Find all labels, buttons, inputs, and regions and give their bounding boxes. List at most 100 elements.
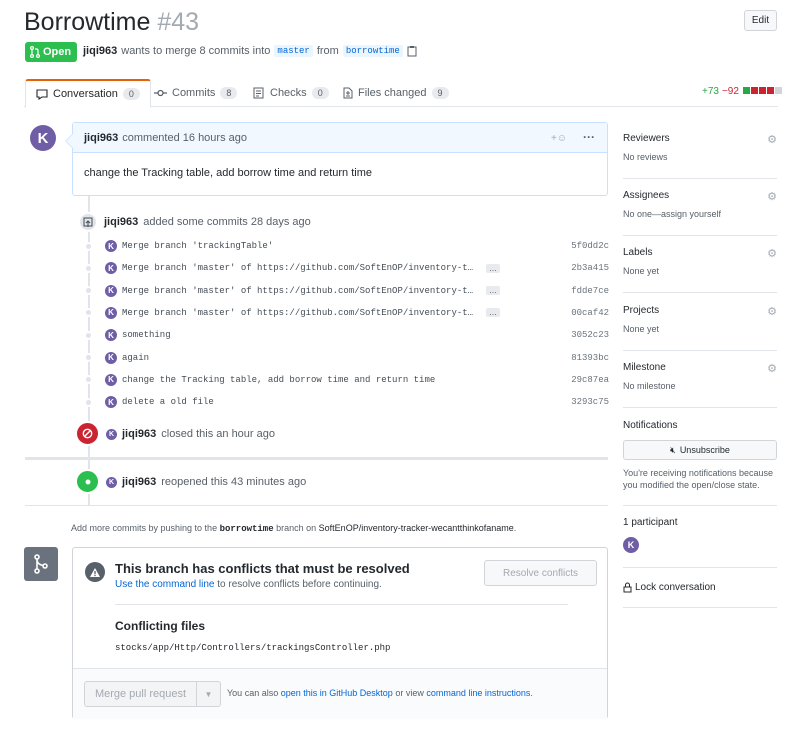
commit-sha[interactable]: 3293c75 — [571, 397, 609, 407]
conflicting-files-title: Conflicting files — [115, 619, 205, 633]
command-line-instructions-link[interactable]: command line instructions — [426, 688, 530, 698]
comment-body: change the Tracking table, add borrow ti… — [84, 167, 372, 179]
add-reaction-icon[interactable]: +☺ — [551, 133, 567, 144]
edit-button[interactable]: Edit — [744, 10, 777, 31]
timeline-divider — [25, 457, 608, 460]
commit-row: K Merge branch 'master' of https://github… — [84, 280, 609, 302]
event-author[interactable]: jiqi963 — [122, 476, 156, 488]
avatar[interactable]: K — [105, 329, 117, 342]
merge-box-divider — [115, 604, 568, 605]
timeline-dot — [84, 241, 93, 251]
avatar[interactable]: K — [105, 262, 117, 275]
github-desktop-link[interactable]: open this in GitHub Desktop — [281, 688, 393, 698]
expand-commit-button[interactable]: … — [486, 263, 500, 273]
tab-commits[interactable]: Commits 8 — [144, 79, 247, 107]
pr-number: #43 — [157, 8, 200, 36]
pr-meta: jiqi963 wants to merge 8 commits into ma… — [83, 45, 417, 57]
push-hint: Add more commits by pushing to the borro… — [71, 523, 517, 534]
sidebar-reviewers[interactable]: Reviewers ⚙ No reviews — [623, 133, 777, 179]
diffstat: +73 −92 — [702, 86, 782, 97]
tab-count: 0 — [311, 87, 329, 99]
avatar[interactable]: K — [105, 373, 117, 386]
mute-icon: 🔇︎ — [670, 444, 676, 455]
gear-icon[interactable]: ⚙ — [767, 362, 777, 375]
chevron-down-icon[interactable]: ▼ — [197, 682, 220, 706]
diffstat-square — [766, 87, 774, 94]
comment-author[interactable]: jiqi963 — [84, 132, 118, 144]
author-link[interactable]: jiqi963 — [83, 45, 117, 57]
avatar[interactable]: K — [30, 125, 56, 151]
avatar[interactable]: K — [105, 396, 117, 409]
commit-sha[interactable]: fdde7ce — [571, 286, 609, 296]
avatar[interactable]: K — [105, 240, 117, 252]
avatar[interactable]: K — [106, 428, 117, 440]
comment-header: jiqi963 commented 16 hours ago +☺ ··· — [73, 123, 607, 153]
diffstat-square — [742, 87, 750, 94]
gear-icon[interactable]: ⚙ — [767, 190, 777, 203]
avatar[interactable]: K — [105, 284, 117, 297]
avatar[interactable]: K — [105, 306, 117, 319]
commit-sha[interactable]: 00caf42 — [571, 308, 609, 318]
sidebar-labels[interactable]: Labels ⚙ None yet — [623, 247, 777, 293]
commit-message[interactable]: Merge branch 'master' of https://github.… — [122, 308, 478, 318]
assign-yourself-link[interactable]: No one—assign yourself — [623, 209, 777, 219]
resolve-conflicts-button[interactable]: Resolve conflicts — [484, 560, 597, 586]
diffstat-square — [750, 87, 758, 94]
commit-message[interactable]: delete a old file — [122, 397, 478, 407]
tab-checks[interactable]: Checks 0 — [243, 79, 339, 107]
expand-commit-button[interactable]: … — [486, 308, 500, 318]
commit-sha[interactable]: 29c87ea — [571, 375, 609, 385]
commit-sha[interactable]: 81393bc — [571, 353, 609, 363]
timeline-dot — [84, 397, 93, 407]
command-line-link[interactable]: Use the command line — [115, 579, 215, 590]
commits-added-event: jiqi963 added some commits 28 days ago — [104, 216, 311, 228]
commit-message[interactable]: something — [122, 330, 478, 340]
base-branch[interactable]: master — [274, 45, 313, 57]
commit-message[interactable]: again — [122, 353, 478, 363]
avatar[interactable]: K — [623, 537, 639, 553]
tab-files-changed[interactable]: Files changed 9 — [333, 79, 459, 107]
merge-pull-request-button[interactable]: Merge pull request — [85, 682, 197, 706]
tab-conversation[interactable]: Conversation 0 — [25, 79, 151, 108]
deletions-count: −92 — [721, 86, 739, 97]
sidebar-participants: 1 participant K — [623, 517, 777, 568]
head-branch[interactable]: borrowtime — [342, 45, 403, 57]
clipboard-icon[interactable] — [407, 45, 417, 57]
avatar[interactable]: K — [106, 476, 117, 488]
gear-icon[interactable]: ⚙ — [767, 133, 777, 146]
commit-message[interactable]: change the Tracking table, add borrow ti… — [122, 375, 478, 385]
merge-footer-text: You can also open this in GitHub Desktop… — [227, 688, 533, 698]
page-title: Borrowtime #43 — [24, 8, 199, 37]
event-author[interactable]: jiqi963 — [104, 216, 138, 228]
repo-link[interactable]: SoftEnOP/inventory-tracker-wecantthinkof… — [319, 523, 514, 533]
gear-icon[interactable]: ⚙ — [767, 247, 777, 260]
comment-box: jiqi963 commented 16 hours ago +☺ ··· ch… — [65, 122, 608, 196]
checklist-icon — [253, 87, 264, 99]
sidebar-assignees[interactable]: Assignees ⚙ No one—assign yourself — [623, 190, 777, 236]
commit-sha[interactable]: 3052c23 — [571, 330, 609, 340]
commit-message[interactable]: Merge branch 'trackingTable' — [122, 241, 478, 251]
commit-message[interactable]: Merge branch 'master' of https://github.… — [122, 263, 478, 273]
lock-conversation-link[interactable]: Lock conversation — [623, 582, 777, 608]
avatar[interactable]: K — [105, 351, 117, 364]
unsubscribe-button[interactable]: 🔇︎ Unsubscribe — [623, 440, 777, 460]
comment-icon — [36, 88, 48, 100]
lock-icon — [623, 582, 632, 593]
additions-count: +73 — [702, 86, 719, 97]
sidebar-projects[interactable]: Projects ⚙ None yet — [623, 305, 777, 351]
commit-message[interactable]: Merge branch 'master' of https://github.… — [122, 286, 478, 296]
sidebar-notifications: Notifications 🔇︎ Unsubscribe You're rece… — [623, 420, 777, 506]
conflict-title: This branch has conflicts that must be r… — [115, 561, 410, 576]
sidebar-milestone[interactable]: Milestone ⚙ No milestone — [623, 362, 777, 408]
timeline-dot — [84, 286, 93, 296]
gear-icon[interactable]: ⚙ — [767, 305, 777, 318]
git-merge-icon — [24, 547, 58, 581]
commit-sha[interactable]: 2b3a415 — [571, 263, 609, 273]
expand-commit-button[interactable]: … — [486, 286, 500, 296]
commit-sha[interactable]: 5f0dd2c — [571, 241, 609, 251]
timeline-dot — [84, 263, 93, 273]
pr-title: Borrowtime — [24, 8, 151, 36]
more-options-icon[interactable]: ··· — [583, 130, 595, 144]
event-author[interactable]: jiqi963 — [122, 428, 156, 440]
commit-row: K Merge branch 'master' of https://github… — [84, 257, 609, 279]
